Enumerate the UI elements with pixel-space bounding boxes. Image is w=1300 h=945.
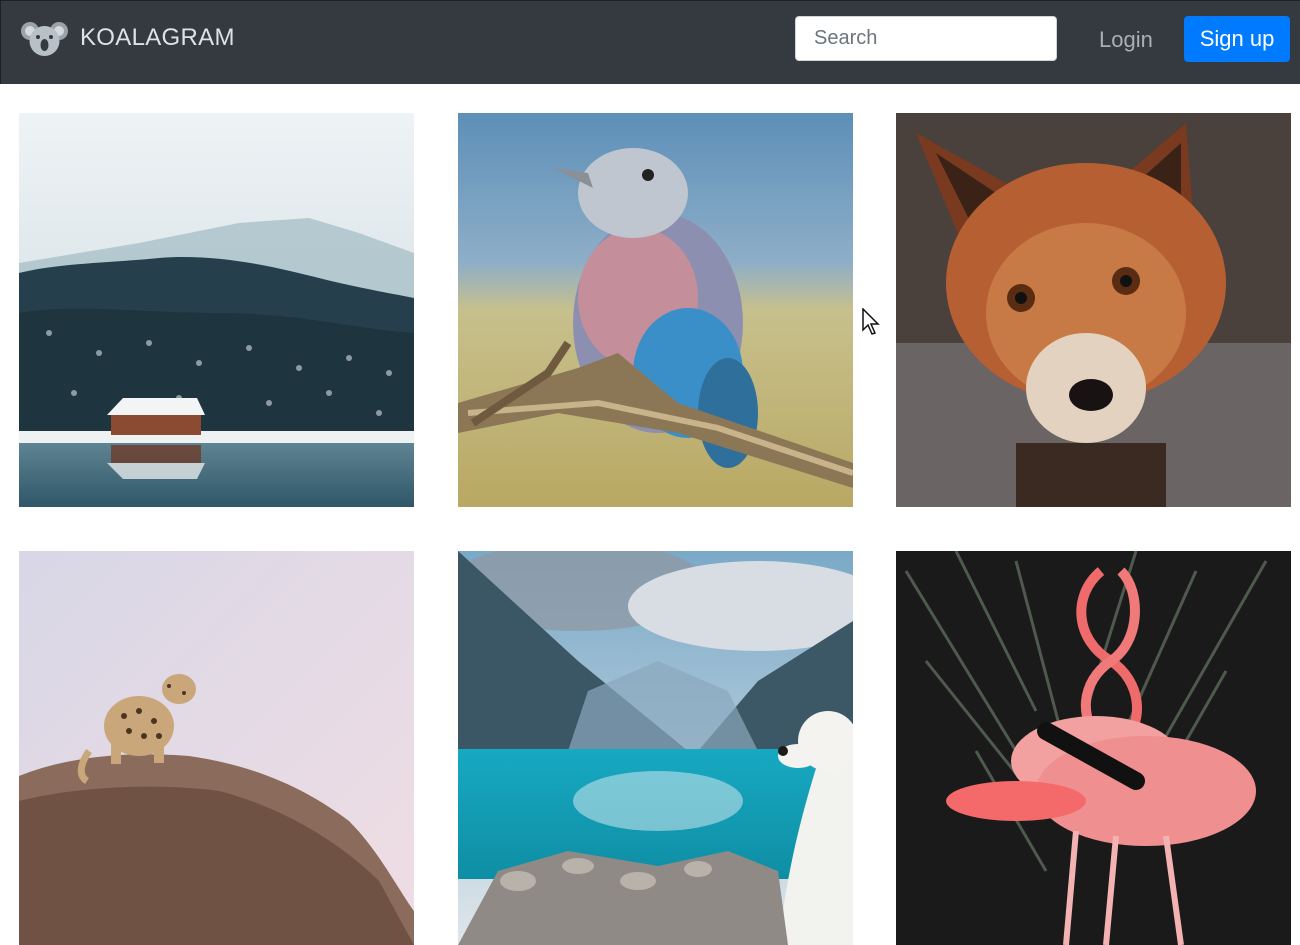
signup-button[interactable]: Sign up bbox=[1184, 16, 1290, 62]
login-link[interactable]: Login bbox=[1099, 27, 1153, 53]
photo-mountain-lake-dog[interactable] bbox=[458, 551, 853, 945]
photo-leopard-on-rock[interactable] bbox=[19, 551, 414, 945]
brand-name: KOALAGRAM bbox=[80, 24, 235, 51]
photo-grid bbox=[0, 84, 1300, 945]
photo-snowy-lake-cabin[interactable] bbox=[19, 113, 414, 507]
photo-pink-flamingos[interactable] bbox=[896, 551, 1291, 945]
photo-lilac-breasted-roller[interactable] bbox=[458, 113, 853, 507]
lake-dog-image bbox=[458, 551, 853, 945]
brand-link[interactable]: KOALAGRAM bbox=[21, 18, 235, 58]
snowy-lake-cabin-image bbox=[19, 113, 414, 507]
fox-image bbox=[896, 113, 1291, 507]
koala-icon bbox=[21, 21, 68, 56]
bird-image bbox=[458, 113, 853, 507]
flamingos-image bbox=[896, 551, 1291, 945]
photo-red-fox[interactable] bbox=[896, 113, 1291, 507]
top-navbar: KOALAGRAM Login Sign up bbox=[0, 0, 1300, 84]
leopard-image bbox=[19, 551, 414, 945]
search-input[interactable] bbox=[795, 16, 1057, 61]
